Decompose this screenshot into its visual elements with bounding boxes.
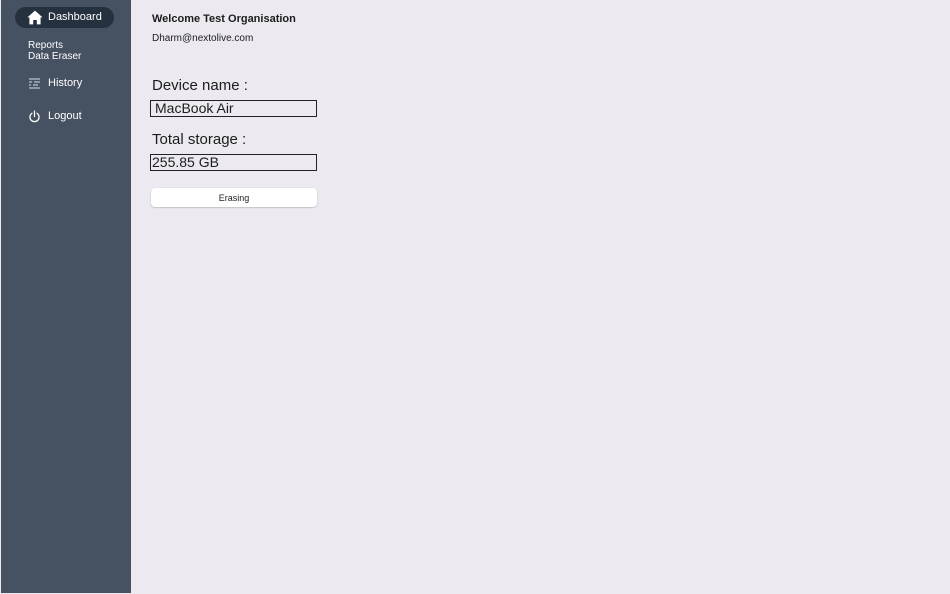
erasing-button[interactable]: Erasing xyxy=(151,188,317,207)
sidebar-sub-links: Reports Data Eraser xyxy=(28,40,81,62)
device-name-label: Device name : xyxy=(152,77,248,94)
total-storage-label: Total storage : xyxy=(152,131,247,148)
welcome-heading: Welcome Test Organisation xyxy=(152,13,296,25)
sidebar-link-reports[interactable]: Reports xyxy=(28,40,81,51)
sidebar-item-label: Logout xyxy=(48,110,82,122)
device-name-field[interactable] xyxy=(150,100,317,117)
home-icon xyxy=(27,10,43,25)
sidebar: Dashboard Reports Data Eraser History Lo… xyxy=(1,0,131,593)
sidebar-item-logout[interactable]: Logout xyxy=(28,108,82,124)
app-window: Dashboard Reports Data Eraser History Lo… xyxy=(0,0,950,594)
power-icon xyxy=(29,109,40,122)
sidebar-item-label: History xyxy=(48,77,83,89)
main-content: Welcome Test Organisation Dharm@nextoliv… xyxy=(131,0,950,594)
history-icon xyxy=(29,78,40,88)
total-storage-field[interactable] xyxy=(150,154,317,171)
sidebar-item-dashboard[interactable]: Dashboard xyxy=(15,7,114,28)
sidebar-item-label: Dashboard xyxy=(48,11,102,23)
sidebar-item-history[interactable]: History xyxy=(28,75,82,91)
user-email: Dharm@nextolive.com xyxy=(152,33,254,44)
sidebar-link-data-eraser[interactable]: Data Eraser xyxy=(28,51,81,62)
